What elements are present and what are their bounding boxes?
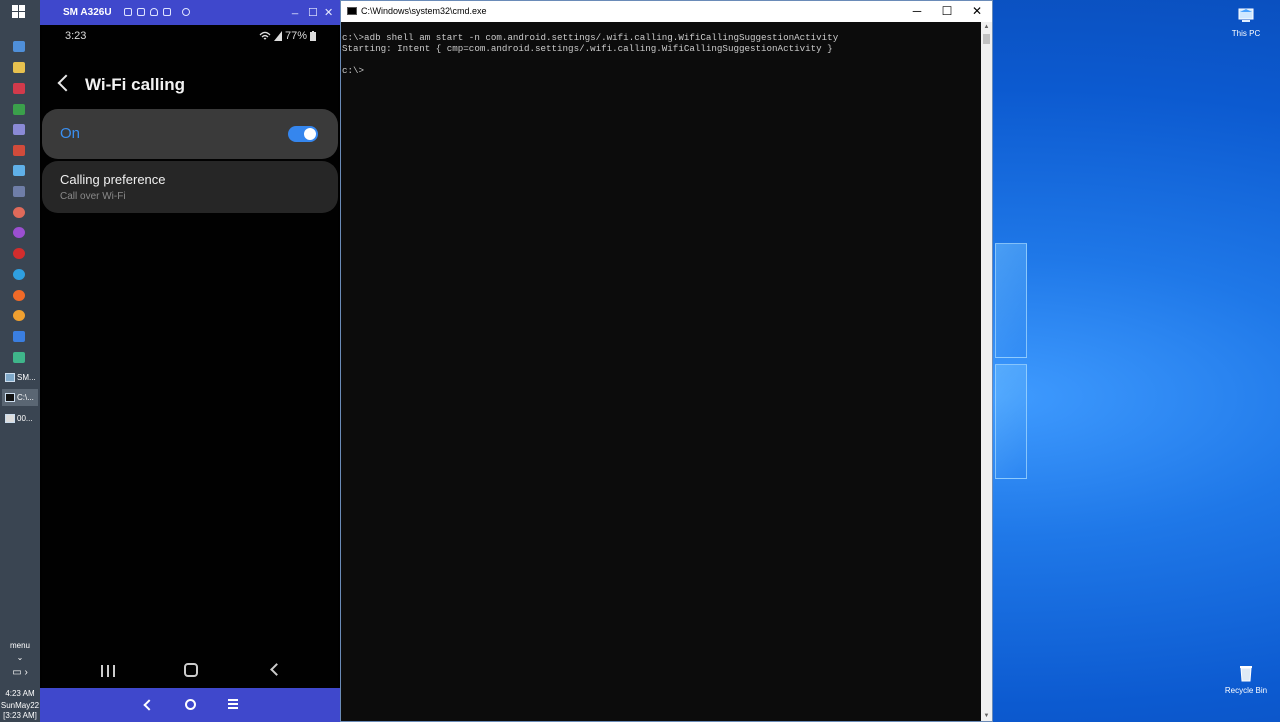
battery-icon: [310, 31, 316, 41]
taskbar-app-icon[interactable]: [13, 331, 25, 342]
scroll-thumb[interactable]: [983, 34, 990, 44]
clock-alt-time[interactable]: [3:23 AM]: [0, 711, 40, 720]
taskbar-app-icon[interactable]: [13, 145, 25, 156]
mirror-control-bar: [40, 688, 340, 722]
windows-logo-pane-bottom: [995, 364, 1027, 479]
recycle-bin-desktop-icon[interactable]: Recycle Bin: [1216, 663, 1276, 695]
taskbar-menu-label[interactable]: menu: [0, 641, 40, 650]
this-pc-icon: [1236, 6, 1256, 26]
taskbar-app-icon[interactable]: [13, 227, 25, 238]
phone-mirror-window: SM A326U _ ☐ ✕ 3:23 77% Wi-Fi calling On: [40, 0, 340, 722]
recent-apps-icon[interactable]: [101, 665, 115, 677]
cmd-minimize-button[interactable]: ─: [902, 3, 932, 20]
cmd-window-title: C:\Windows\system32\cmd.exe: [361, 6, 487, 16]
mirror-back-button[interactable]: [143, 699, 155, 711]
status-icons: 77%: [259, 30, 316, 42]
cmd-scrollbar[interactable]: ▲ ▼: [981, 22, 992, 721]
wifi-calling-toggle-row[interactable]: On: [42, 109, 338, 159]
console-line: Starting: Intent { cmp=com.android.setti…: [342, 43, 833, 54]
console-line: c:\>adb shell am start -n com.android.se…: [342, 32, 839, 43]
task-label: C:\...: [17, 393, 34, 402]
phone-status-bar: 3:23 77%: [42, 25, 338, 47]
nav-back-icon[interactable]: [270, 663, 283, 676]
this-pc-label: This PC: [1231, 29, 1261, 38]
taskbar-app-icon[interactable]: [13, 352, 25, 363]
app-icon: [5, 414, 15, 423]
taskbar-app-icon[interactable]: [13, 186, 25, 197]
tray-icons[interactable]: ▭ ›: [0, 667, 40, 678]
phone-close-button[interactable]: ✕: [324, 6, 333, 19]
taskbar: SM... C:\... 00... menu ⌄ ▭ › 4:23 AM Su…: [0, 0, 40, 722]
taskbar-app-icon[interactable]: [13, 104, 25, 115]
camera-icon[interactable]: [124, 8, 132, 16]
windows-logo-pane-top: [995, 243, 1027, 358]
taskbar-app-icon[interactable]: [13, 124, 25, 135]
phone-minimize-button[interactable]: _: [292, 3, 298, 15]
cmd-icon: [5, 393, 15, 402]
status-time: 3:23: [65, 30, 87, 42]
taskbar-chevron-icon[interactable]: ⌄: [0, 653, 40, 662]
toggle-label: On: [60, 125, 81, 142]
cmd-close-button[interactable]: ✕: [962, 3, 992, 20]
home-icon[interactable]: [184, 663, 198, 677]
wifi-calling-switch[interactable]: [288, 126, 318, 142]
phone-screen: 3:23 77% Wi-Fi calling On Calling prefer…: [42, 25, 338, 688]
headset-icon[interactable]: [150, 8, 158, 16]
screen-title: Wi-Fi calling: [85, 75, 185, 94]
mirror-home-button[interactable]: [185, 699, 196, 710]
recycle-bin-icon: [1236, 663, 1256, 683]
signal-icon: [273, 31, 282, 41]
phone-maximize-button[interactable]: ☐: [308, 6, 318, 19]
cmd-icon: [347, 7, 357, 15]
start-button[interactable]: [12, 5, 26, 19]
clock-date[interactable]: SunMay22: [0, 701, 40, 710]
calling-preference-row[interactable]: Calling preference Call over Wi-Fi: [42, 161, 338, 213]
edge-icon[interactable]: [13, 269, 25, 280]
back-arrow-icon[interactable]: [57, 74, 75, 92]
mirror-menu-button[interactable]: [228, 699, 238, 709]
taskbar-app-icon[interactable]: [13, 310, 25, 321]
cmd-window: C:\Windows\system32\cmd.exe ─ ☐ ✕ c:\>ad…: [340, 0, 993, 722]
video-icon[interactable]: [137, 8, 145, 16]
taskbar-app-icon[interactable]: [13, 83, 25, 94]
app-bar: Wi-Fi calling: [42, 65, 338, 105]
phone-window-titlebar[interactable]: SM A326U _ ☐ ✕: [40, 0, 340, 25]
scrcpy-icon: [5, 373, 15, 382]
console-prompt: c:\>: [342, 65, 365, 76]
taskbar-app-icon[interactable]: [13, 165, 25, 176]
file-explorer-icon[interactable]: [13, 62, 25, 73]
wifi-icon: [259, 31, 271, 40]
cmd-console[interactable]: c:\>adb shell am start -n com.android.se…: [341, 22, 981, 721]
taskbar-task-cmd[interactable]: C:\...: [2, 389, 38, 406]
clock-time[interactable]: 4:23 AM: [0, 689, 40, 698]
taskbar-app-icon[interactable]: [13, 41, 25, 52]
taskbar-task-other[interactable]: 00...: [2, 410, 38, 427]
recycle-bin-label: Recycle Bin: [1224, 686, 1268, 695]
task-label: SM...: [17, 373, 36, 382]
android-nav-bar: [42, 657, 338, 687]
firefox-icon[interactable]: [13, 290, 25, 301]
scroll-up-icon[interactable]: ▲: [981, 22, 992, 32]
scroll-down-icon[interactable]: ▼: [981, 711, 992, 721]
task-label: 00...: [17, 414, 33, 423]
screenshot-icon[interactable]: [163, 8, 171, 16]
settings-gear-icon[interactable]: [182, 8, 190, 16]
cmd-maximize-button[interactable]: ☐: [932, 3, 962, 20]
calling-preference-title: Calling preference: [60, 172, 166, 187]
phone-window-title: SM A326U: [63, 7, 112, 18]
taskbar-task-phone[interactable]: SM...: [2, 369, 38, 386]
calling-preference-value: Call over Wi-Fi: [60, 191, 126, 202]
battery-percent: 77%: [284, 30, 307, 42]
this-pc-desktop-icon[interactable]: This PC: [1216, 6, 1276, 38]
windows-icon: [12, 5, 18, 11]
taskbar-app-icon[interactable]: [13, 248, 25, 259]
cmd-titlebar[interactable]: C:\Windows\system32\cmd.exe ─ ☐ ✕: [341, 1, 992, 22]
taskbar-app-icon[interactable]: [13, 207, 25, 218]
